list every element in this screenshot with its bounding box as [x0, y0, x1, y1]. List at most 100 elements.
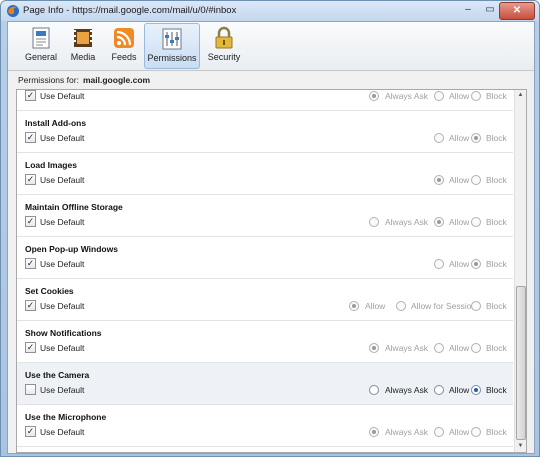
radio-dot — [471, 216, 481, 227]
minimize-button[interactable]: – — [457, 2, 479, 18]
radio-label-block: Block — [486, 175, 507, 185]
tab-general[interactable]: General — [20, 23, 62, 67]
radio-label-allow-for-session: Allow for Session — [411, 301, 477, 311]
radio-allow-for-session[interactable] — [396, 300, 407, 311]
permissions-icon — [162, 28, 182, 50]
window-title: Page Info - https://mail.google.com/mail… — [23, 5, 237, 16]
radio-label-block: Block — [486, 385, 507, 395]
radio-dot — [471, 132, 481, 143]
tab-media[interactable]: Media — [64, 23, 102, 67]
radio-dot — [471, 174, 481, 185]
radio-always-ask[interactable] — [369, 384, 380, 395]
permission-title: Set Cookies — [25, 286, 74, 296]
radio-always-ask[interactable] — [369, 426, 380, 437]
radio-allow[interactable] — [434, 258, 445, 269]
radio-block[interactable] — [471, 300, 482, 311]
radio-block[interactable] — [471, 426, 482, 437]
use-default-checkbox[interactable]: ✓ — [25, 216, 36, 227]
use-default-checkbox[interactable]: ✓ — [25, 342, 36, 353]
radio-block[interactable] — [471, 258, 482, 269]
radio-dot — [471, 300, 481, 311]
vertical-scrollbar[interactable]: ▲ ▼ — [514, 90, 526, 452]
permission-row-open-pop-up-windows: Open Pop-up Windows ✓ Use Default Allow Bloc… — [17, 237, 513, 279]
permissions-header: Permissions for: mail.google.com — [8, 71, 534, 89]
radio-always-ask[interactable] — [369, 342, 380, 353]
radio-label-always-ask: Always Ask — [385, 343, 428, 353]
use-default-checkbox[interactable] — [25, 384, 36, 395]
radio-block[interactable] — [471, 132, 482, 143]
radio-label-allow: Allow — [449, 343, 470, 353]
use-default-checkbox[interactable]: ✓ — [25, 90, 36, 101]
permissions-host: mail.google.com — [83, 75, 151, 85]
tab-general-label: General — [24, 52, 58, 62]
radio-allow[interactable] — [434, 426, 445, 437]
page-info-window: Page Info - https://mail.google.com/mail… — [0, 0, 540, 457]
permission-title: Maintain Offline Storage — [25, 202, 123, 212]
use-default-label: Use Default — [40, 301, 85, 311]
radio-dot — [471, 384, 481, 395]
use-default-label: Use Default — [40, 217, 85, 227]
radio-allow[interactable] — [434, 174, 445, 185]
radio-dot — [434, 426, 444, 437]
radio-dot — [471, 342, 481, 353]
radio-label-always-ask: Always Ask — [385, 217, 428, 227]
radio-dot — [471, 258, 481, 269]
radio-always-ask[interactable] — [369, 90, 380, 101]
title-bar[interactable]: Page Info - https://mail.google.com/mail… — [1, 1, 539, 21]
radio-label-block: Block — [486, 217, 507, 227]
permissions-list[interactable]: ✓ Use Default Always Ask Allow Block Install … — [16, 89, 527, 453]
permission-row-use-the-microphone: Use the Microphone ✓ Use Default Always Ask… — [17, 405, 513, 447]
use-default-label: Use Default — [40, 175, 85, 185]
radio-allow[interactable] — [434, 132, 445, 143]
permission-title: Install Add-ons — [25, 118, 87, 128]
scroll-down-icon[interactable]: ▼ — [515, 441, 526, 452]
maximize-button[interactable]: ▭ — [479, 2, 501, 18]
radio-dot — [434, 342, 444, 353]
radio-label-allow: Allow — [449, 427, 470, 437]
use-default-checkbox[interactable]: ✓ — [25, 174, 36, 185]
scroll-thumb[interactable] — [516, 286, 526, 440]
radio-block[interactable] — [471, 216, 482, 227]
radio-label-block: Block — [486, 91, 507, 101]
use-default-label: Use Default — [40, 343, 85, 353]
scroll-up-icon[interactable]: ▲ — [515, 90, 526, 101]
tab-permissions[interactable]: Permissions — [144, 23, 200, 69]
radio-block[interactable] — [471, 384, 482, 395]
radio-always-ask[interactable] — [369, 216, 380, 227]
use-default-checkbox[interactable]: ✓ — [25, 258, 36, 269]
radio-block[interactable] — [471, 90, 482, 101]
radio-allow[interactable] — [434, 216, 445, 227]
tab-feeds-label: Feeds — [111, 52, 137, 62]
permissions-for-label: Permissions for: — [18, 75, 79, 85]
tab-media-label: Media — [70, 52, 96, 62]
radio-label-block: Block — [486, 259, 507, 269]
radio-dot — [369, 342, 379, 353]
use-default-label: Use Default — [40, 385, 85, 395]
radio-allow[interactable] — [434, 90, 445, 101]
radio-label-block: Block — [486, 343, 507, 353]
dialog-body: General Media Feeds Permissions Security… — [7, 21, 535, 454]
tab-feeds[interactable]: Feeds — [106, 23, 142, 67]
radio-allow[interactable] — [434, 384, 445, 395]
tab-security[interactable]: Security — [204, 23, 244, 67]
radio-allow[interactable] — [349, 300, 360, 311]
radio-block[interactable] — [471, 342, 482, 353]
radio-label-always-ask: Always Ask — [385, 91, 428, 101]
use-default-checkbox[interactable]: ✓ — [25, 300, 36, 311]
radio-dot — [434, 174, 444, 185]
use-default-label: Use Default — [40, 259, 85, 269]
radio-dot — [471, 90, 481, 101]
radio-label-block: Block — [486, 301, 507, 311]
radio-dot — [369, 90, 379, 101]
radio-label-allow: Allow — [449, 133, 470, 143]
radio-label-block: Block — [486, 133, 507, 143]
radio-dot — [434, 384, 444, 395]
radio-dot — [369, 216, 379, 227]
permission-title: Use the Microphone — [25, 412, 107, 422]
radio-dot — [396, 300, 406, 311]
use-default-checkbox[interactable]: ✓ — [25, 426, 36, 437]
radio-block[interactable] — [471, 174, 482, 185]
close-button[interactable]: ✕ — [499, 2, 535, 20]
use-default-checkbox[interactable]: ✓ — [25, 132, 36, 143]
radio-allow[interactable] — [434, 342, 445, 353]
